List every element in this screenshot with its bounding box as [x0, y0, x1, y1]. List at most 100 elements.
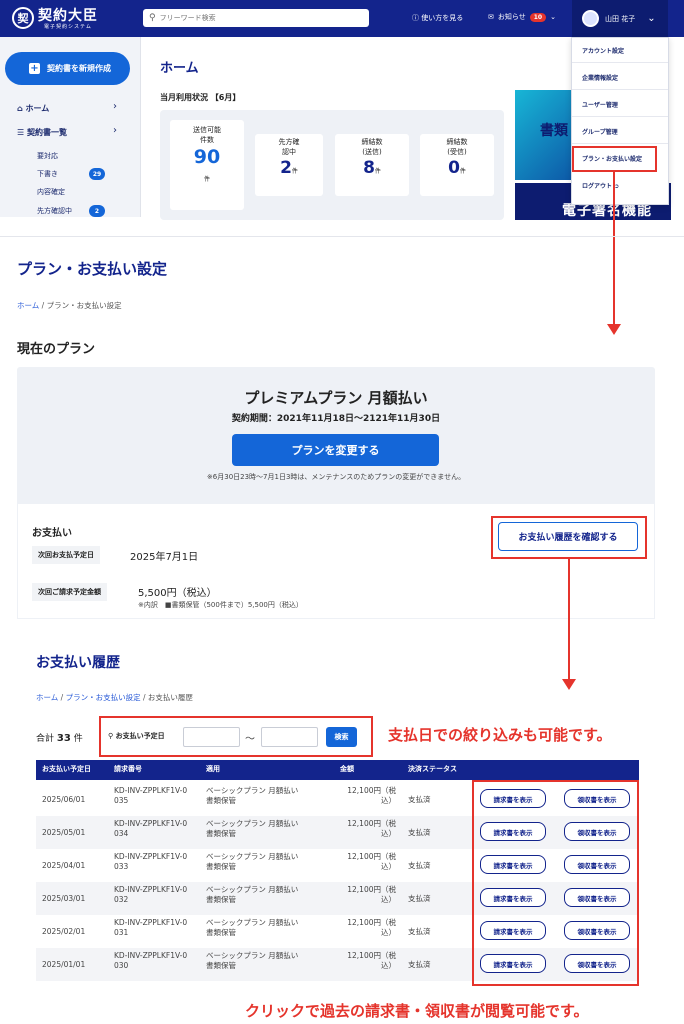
- stat-pending: 先方確 認中 2件: [255, 134, 323, 196]
- stat-unit: 件: [291, 167, 298, 175]
- stat-unit: 件: [374, 167, 381, 175]
- row-invoice-number: KD-INV-ZPPLKF1V-0 034: [114, 819, 188, 839]
- row-date: 2025/06/01: [42, 795, 86, 804]
- logo-icon: 契: [12, 7, 34, 29]
- row-date: 2025/03/01: [42, 894, 86, 903]
- sidebar-subitem-pending[interactable]: 先方確認中: [37, 206, 72, 216]
- menu-item-user-management[interactable]: ユーザー管理: [582, 100, 618, 109]
- notifications-label: お知らせ: [497, 13, 526, 21]
- breadcrumb-home-link[interactable]: ホーム: [36, 693, 58, 702]
- row-amount: 12,100円（税 込）: [347, 951, 396, 971]
- megaphone-icon: ✉: [488, 13, 494, 21]
- plus-icon: +: [29, 62, 40, 74]
- page-title: ホーム: [160, 61, 199, 76]
- help-circle-icon: ⓘ: [412, 14, 419, 22]
- breadcrumb-current: お支払い履歴: [147, 693, 193, 702]
- sidebar-home-label: ホーム: [25, 104, 50, 113]
- howto-link[interactable]: ⓘ 使い方を見る: [412, 13, 463, 23]
- menu-item-group-management[interactable]: グループ管理: [582, 127, 618, 136]
- change-plan-button[interactable]: プランを変更する: [232, 434, 439, 466]
- highlight-document-buttons: [472, 780, 639, 986]
- notifications-button[interactable]: ✉ お知らせ 10 ⌄: [488, 12, 556, 22]
- highlight-history-button: [491, 516, 647, 559]
- row-invoice-number: KD-INV-ZPPLKF1V-0 032: [114, 885, 188, 905]
- stat-concluded-received: 締結数 (受信) 0件: [420, 134, 494, 196]
- stat-value: 8: [363, 157, 375, 178]
- total-count: 合計 33 件: [36, 731, 83, 744]
- sidebar-subitem-confirmed[interactable]: 内容確定: [37, 187, 65, 197]
- pending-count-badge: 2: [89, 205, 105, 217]
- history-page-title: お支払い履歴: [36, 655, 120, 671]
- breadcrumb-home-link[interactable]: ホーム: [17, 301, 39, 310]
- column-header-status: 決済ステータス: [408, 765, 457, 773]
- annotation-filter-note: 支払日での絞り込みも可能です。: [388, 726, 612, 744]
- annotation-arrow-line: [568, 559, 570, 681]
- row-amount: 12,100円（税 込）: [347, 918, 396, 938]
- draft-count-badge: 29: [89, 168, 105, 180]
- stat-label: 先方確 認中: [278, 138, 300, 156]
- menu-item-company-settings[interactable]: 企業情報設定: [582, 73, 618, 82]
- total-unit: 件: [73, 734, 83, 744]
- annotation-click-note: クリックで過去の請求書・領収書が閲覧可能です。: [245, 1002, 589, 1020]
- new-contract-label: 契約書を新規作成: [47, 64, 111, 73]
- column-header-invoice-number: 請求番号: [114, 765, 142, 773]
- annotation-arrow-head: [562, 679, 576, 690]
- payment-heading: お支払い: [32, 528, 72, 539]
- user-menu-toggle[interactable]: 山田 花子 ⌄: [572, 0, 668, 37]
- stat-label: 締結数 (送信): [361, 138, 383, 156]
- freeword-search[interactable]: ⚲: [143, 9, 369, 27]
- annotation-arrow-line: [613, 172, 615, 326]
- row-date: 2025/02/01: [42, 927, 86, 936]
- current-plan-heading: 現在のプラン: [17, 342, 96, 357]
- plan-period: 契約期間：2021年11月18日〜2121年11月30日: [231, 414, 441, 424]
- stat-value: 90: [193, 145, 221, 168]
- row-description: ベーシックプラン 月額払い 書類保管: [206, 819, 299, 839]
- next-payment-date-value: 2025年7月1日: [130, 552, 199, 563]
- menu-divider: [572, 62, 668, 63]
- new-contract-button[interactable]: + 契約書を新規作成: [5, 52, 130, 85]
- highlight-date-filter: [99, 716, 373, 757]
- row-invoice-number: KD-INV-ZPPLKF1V-0 033: [114, 852, 188, 872]
- chevron-down-icon: ⌄: [647, 13, 656, 24]
- notifications-count-badge: 10: [529, 12, 547, 22]
- logout-label: ログアウト: [582, 183, 613, 190]
- row-date: 2025/01/01: [42, 960, 86, 969]
- sidebar-subitem-action-required[interactable]: 要対応: [37, 151, 58, 161]
- row-amount: 12,100円（税 込）: [347, 885, 396, 905]
- row-amount: 12,100円（税 込）: [347, 852, 396, 872]
- column-header-amount: 金額: [340, 765, 354, 773]
- row-description: ベーシックプラン 月額払い 書類保管: [206, 885, 299, 905]
- column-header-description: 適用: [206, 765, 220, 773]
- user-name: 山田 花子: [605, 14, 636, 23]
- breadcrumb: ホーム / プラン・お支払い設定 / お支払い履歴: [36, 692, 193, 703]
- row-invoice-number: KD-INV-ZPPLKF1V-0 035: [114, 786, 188, 806]
- app-logo-text[interactable]: 契約大臣: [38, 5, 98, 25]
- chevron-down-icon: ⌄: [550, 13, 556, 21]
- row-status: 支払済: [408, 861, 431, 870]
- usage-heading: 当月利用状況 【6月】: [160, 93, 241, 102]
- home-icon: ⌂: [17, 104, 23, 113]
- plan-page-title: プラン・お支払い設定: [17, 260, 168, 278]
- search-input[interactable]: [159, 14, 350, 22]
- menu-divider: [572, 116, 668, 117]
- menu-item-account-settings[interactable]: アカウント設定: [582, 46, 624, 55]
- app-logo-subtitle: 電子契約システム: [44, 24, 92, 30]
- list-icon: ☰: [17, 128, 25, 137]
- stat-label: 送信可能 件数: [193, 126, 221, 144]
- sidebar-item-home[interactable]: ⌂ ホーム: [17, 103, 49, 114]
- row-status: 支払済: [408, 828, 431, 837]
- sidebar-subitem-draft[interactable]: 下書き: [37, 169, 58, 179]
- plan-name: プレミアムプラン 月額払い: [244, 389, 428, 407]
- stat-label: 締結数 (受信): [446, 138, 468, 156]
- maintenance-note: ※6月30日23時〜7月1日3時は、メンテナンスのためプランの変更ができません。: [206, 473, 466, 481]
- row-status: 支払済: [408, 927, 431, 936]
- next-billing-amount-value: 5,500円（税込）: [138, 588, 217, 599]
- chevron-right-icon: ›: [113, 125, 117, 136]
- row-description: ベーシックプラン 月額払い 書類保管: [206, 951, 299, 971]
- sidebar-item-contract-list[interactable]: ☰ 契約書一覧: [17, 127, 67, 138]
- row-description: ベーシックプラン 月額払い 書類保管: [206, 786, 299, 806]
- annotation-arrow-head: [607, 324, 621, 335]
- breadcrumb-current: プラン・お支払い設定: [46, 301, 122, 310]
- stat-sendable: 送信可能 件数 90 件: [170, 120, 244, 210]
- breadcrumb-plan-link[interactable]: プラン・お支払い設定: [66, 693, 141, 702]
